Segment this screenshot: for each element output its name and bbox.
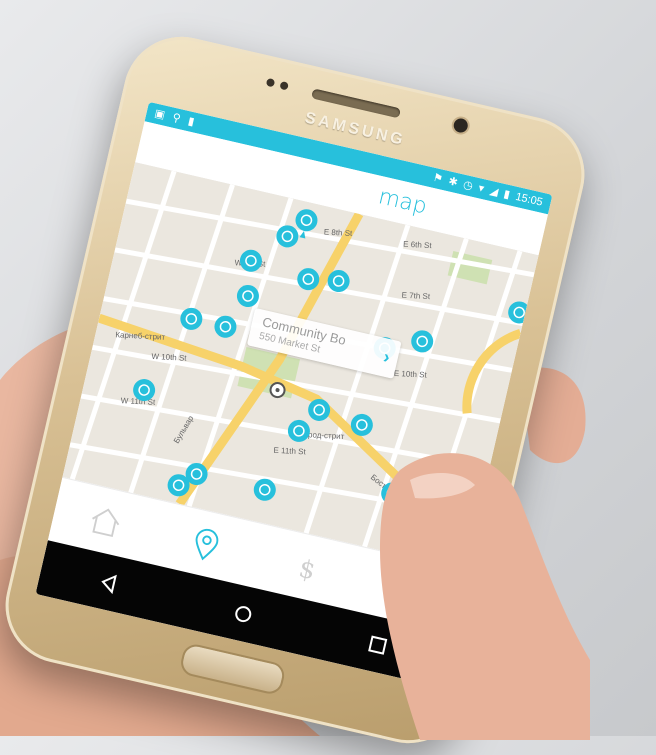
street-label: W 10th St [151,352,187,363]
location-icon: ⚑ [431,171,444,186]
clock-time: 15:05 [514,190,544,209]
battery-icon: ▮ [502,188,512,202]
map-pin-icon [195,528,219,560]
app-title: map [375,184,430,220]
file-icon: ▮ [186,115,196,129]
thumb [380,453,590,740]
street-label: Бульвар [172,414,196,446]
notification-icon: ▣ [153,107,167,122]
house-icon [91,507,120,537]
svg-text:$: $ [296,553,318,585]
chevron-right-icon[interactable]: › [381,346,392,368]
usb-icon: ⚲ [171,111,182,126]
street-label: Карнеб-стрит [115,330,166,342]
signal-icon: ◢ [488,184,500,199]
wifi-icon: ▾ [477,182,486,196]
map-pin-icon [287,419,310,442]
street-label: E 10th St [394,369,428,380]
street-label: E 8th St [324,227,354,238]
street-label: E 7th St [401,291,431,302]
back-icon[interactable] [95,568,124,597]
bluetooth-icon: ✱ [447,175,459,190]
home-circle-icon[interactable] [229,599,258,628]
street-label: E 6th St [403,240,433,251]
map-pin-icon [180,307,203,330]
street-label: E 11th St [273,446,307,457]
map-pin-icon [239,249,262,272]
dollar-icon: $ [296,553,318,585]
alarm-icon: ◷ [461,178,475,193]
